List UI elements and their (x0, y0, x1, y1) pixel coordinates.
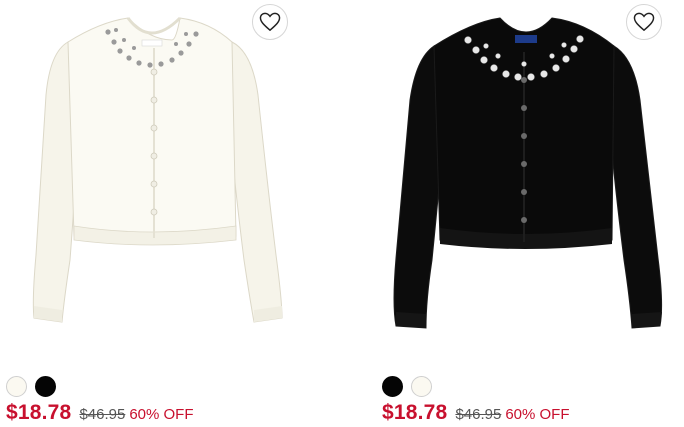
color-swatches (382, 376, 432, 397)
sale-price: $18.78 (6, 401, 72, 424)
swatch-ivory[interactable] (411, 376, 432, 397)
heart-outline-icon (259, 12, 281, 32)
swatch-ivory[interactable] (6, 376, 27, 397)
discount-label: 60% OFF (505, 406, 570, 423)
original-price: $46.95 (455, 406, 502, 423)
product-card-ivory-cardigan[interactable]: $18.78 $46.95 60% OFF (0, 0, 300, 427)
color-swatches (6, 376, 56, 397)
swatch-black[interactable] (35, 376, 56, 397)
discount-label: 60% OFF (129, 406, 194, 423)
product-image[interactable] (376, 0, 676, 355)
swatch-black[interactable] (382, 376, 403, 397)
original-price: $46.95 (79, 406, 126, 423)
ivory-cardigan-image (32, 16, 283, 323)
product-image[interactable] (0, 0, 300, 355)
price-row: $18.78 $46.95 60% OFF (6, 401, 194, 425)
product-card-black-cardigan[interactable]: $18.78 $46.95 60% OFF (376, 0, 676, 427)
black-cardigan-image (393, 17, 663, 329)
favorite-button[interactable] (626, 4, 662, 40)
favorite-button[interactable] (252, 4, 288, 40)
sale-price: $18.78 (382, 401, 448, 424)
heart-outline-icon (633, 12, 655, 32)
price-row: $18.78 $46.95 60% OFF (382, 401, 570, 425)
